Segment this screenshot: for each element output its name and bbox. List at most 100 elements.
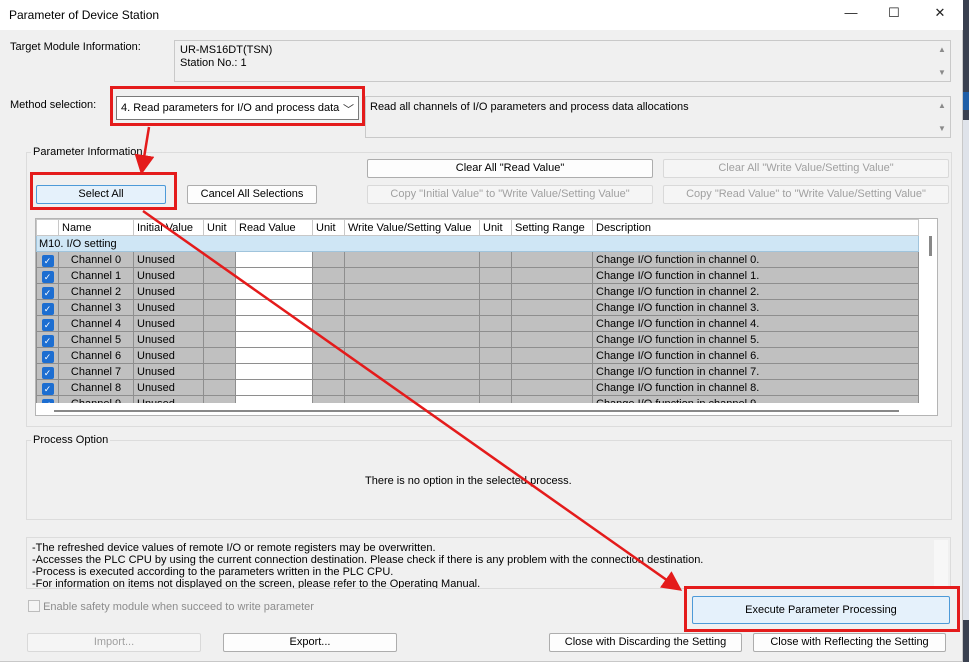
module-name: UR-MS16DT(TSN) [180, 44, 273, 56]
column-header-description[interactable]: Description [592, 219, 919, 236]
column-header-name[interactable]: Name [58, 219, 134, 236]
row-setting-range [511, 267, 593, 284]
table-row[interactable]: ✓ Channel 0 Unused Change I/O function in c… [36, 251, 919, 268]
scroll-down-icon[interactable]: ▼ [936, 124, 948, 133]
checkbox-icon[interactable] [28, 600, 40, 612]
maximize-button[interactable]: ☐ [879, 4, 909, 24]
scroll-thumb[interactable] [54, 410, 899, 412]
checkbox-checked-icon[interactable]: ✓ [41, 318, 54, 331]
notes-panel: -The refreshed device values of remote I… [26, 537, 951, 589]
row-write-value[interactable] [344, 315, 480, 332]
row-checkbox[interactable]: ✓ [36, 299, 59, 316]
method-description-scrollbar[interactable]: ▲ ▼ [936, 99, 948, 135]
table-row[interactable]: ✓ Channel 2 Unused Change I/O function in c… [36, 283, 919, 300]
close-reflect-button[interactable]: Close with Reflecting the Setting [753, 633, 946, 652]
table-vertical-scrollbar[interactable] [923, 219, 937, 415]
title-bar: Parameter of Device Station — ☐ ✕ [0, 0, 963, 30]
copy-initial-value-button[interactable]: Copy "Initial Value" to "Write Value/Set… [367, 185, 653, 204]
checkbox-checked-icon[interactable]: ✓ [41, 254, 54, 267]
row-write-value[interactable] [344, 363, 480, 380]
checkbox-checked-icon[interactable]: ✓ [41, 350, 54, 363]
checkbox-checked-icon[interactable]: ✓ [41, 286, 54, 299]
column-header-unit[interactable]: Unit [203, 219, 236, 236]
row-read-value[interactable] [235, 331, 313, 348]
checkbox-checked-icon[interactable]: ✓ [41, 334, 54, 347]
scroll-thumb[interactable] [929, 236, 932, 256]
row-checkbox[interactable]: ✓ [36, 347, 59, 364]
table-row[interactable]: ✓ Channel 1 Unused Change I/O function in c… [36, 267, 919, 284]
row-read-value[interactable] [235, 363, 313, 380]
column-header-setting-range[interactable]: Setting Range [511, 219, 593, 236]
background-panel [963, 120, 969, 620]
row-read-value[interactable] [235, 267, 313, 284]
row-checkbox[interactable]: ✓ [36, 315, 59, 332]
row-write-value[interactable] [344, 267, 480, 284]
row-write-value[interactable] [344, 299, 480, 316]
minimize-button[interactable]: — [836, 4, 866, 24]
row-checkbox[interactable]: ✓ [36, 283, 59, 300]
table-row[interactable]: ✓ Channel 5 Unused Change I/O function in c… [36, 331, 919, 348]
copy-read-value-button[interactable]: Copy "Read Value" to "Write Value/Settin… [663, 185, 949, 204]
table-row[interactable]: ✓ Channel 8 Unused Change I/O function in c… [36, 379, 919, 396]
row-unit [312, 379, 345, 396]
row-write-value[interactable] [344, 331, 480, 348]
row-read-value[interactable] [235, 379, 313, 396]
close-discard-button[interactable]: Close with Discarding the Setting [549, 633, 742, 652]
row-write-value[interactable] [344, 251, 480, 268]
table-row[interactable]: ✓ Channel 7 Unused Change I/O function in c… [36, 363, 919, 380]
checkbox-checked-icon[interactable]: ✓ [41, 302, 54, 315]
parameter-dialog: Parameter of Device Station — ☐ ✕ Target… [0, 0, 963, 662]
table-row[interactable]: ✓ Channel 6 Unused Change I/O function in c… [36, 347, 919, 364]
table-row[interactable]: ✓ Channel 4 Unused Change I/O function in c… [36, 315, 919, 332]
row-write-value[interactable] [344, 283, 480, 300]
row-checkbox[interactable]: ✓ [36, 331, 59, 348]
background-window-edge [963, 0, 969, 668]
clear-read-value-button[interactable]: Clear All "Read Value" [367, 159, 653, 178]
row-checkbox[interactable]: ✓ [36, 267, 59, 284]
cancel-all-selections-button[interactable]: Cancel All Selections [187, 185, 317, 204]
row-read-value[interactable] [235, 347, 313, 364]
column-header-write-value[interactable]: Write Value/Setting Value [344, 219, 480, 236]
scroll-down-icon[interactable]: ▼ [936, 68, 948, 77]
clear-write-value-button[interactable]: Clear All "Write Value/Setting Value" [663, 159, 949, 178]
column-header-read-value[interactable]: Read Value [235, 219, 313, 236]
export-button[interactable]: Export... [223, 633, 397, 652]
row-setting-range [511, 251, 593, 268]
parameter-grid: Name Initial Value Unit Read Value Unit … [36, 219, 919, 412]
row-unit [203, 379, 236, 396]
table-row[interactable]: ✓ Channel 3 Unused Change I/O function in c… [36, 299, 919, 316]
row-unit [312, 331, 345, 348]
row-write-value[interactable] [344, 379, 480, 396]
safety-module-checkbox[interactable]: Enable safety module when succeed to wri… [28, 600, 314, 613]
table-horizontal-scrollbar[interactable] [36, 403, 925, 415]
row-description: Change I/O function in channel 7. [592, 363, 919, 380]
group-row-label[interactable]: M10. I/O setting [36, 235, 919, 252]
group-row[interactable]: M10. I/O setting [36, 235, 919, 252]
row-checkbox[interactable]: ✓ [36, 363, 59, 380]
column-header-unit[interactable]: Unit [312, 219, 345, 236]
column-header-initial-value[interactable]: Initial Value [133, 219, 204, 236]
close-button[interactable]: ✕ [925, 4, 955, 24]
row-name: Channel 7 [58, 363, 134, 380]
import-button[interactable]: Import... [27, 633, 201, 652]
scroll-up-icon[interactable]: ▲ [936, 101, 948, 110]
row-read-value[interactable] [235, 315, 313, 332]
notes-scrollbar[interactable] [934, 540, 948, 586]
row-description: Change I/O function in channel 6. [592, 347, 919, 364]
checkbox-checked-icon[interactable]: ✓ [41, 382, 54, 395]
checkbox-checked-icon[interactable]: ✓ [41, 270, 54, 283]
checkbox-checked-icon[interactable]: ✓ [41, 366, 54, 379]
row-write-value[interactable] [344, 347, 480, 364]
row-read-value[interactable] [235, 283, 313, 300]
row-unit [312, 299, 345, 316]
row-unit [479, 363, 512, 380]
row-read-value[interactable] [235, 299, 313, 316]
row-checkbox[interactable]: ✓ [36, 379, 59, 396]
row-setting-range [511, 299, 593, 316]
row-checkbox[interactable]: ✓ [36, 251, 59, 268]
row-unit [479, 251, 512, 268]
scroll-up-icon[interactable]: ▲ [936, 45, 948, 54]
column-header-unit[interactable]: Unit [479, 219, 512, 236]
target-info-scrollbar[interactable]: ▲ ▼ [936, 43, 948, 79]
row-read-value[interactable] [235, 251, 313, 268]
